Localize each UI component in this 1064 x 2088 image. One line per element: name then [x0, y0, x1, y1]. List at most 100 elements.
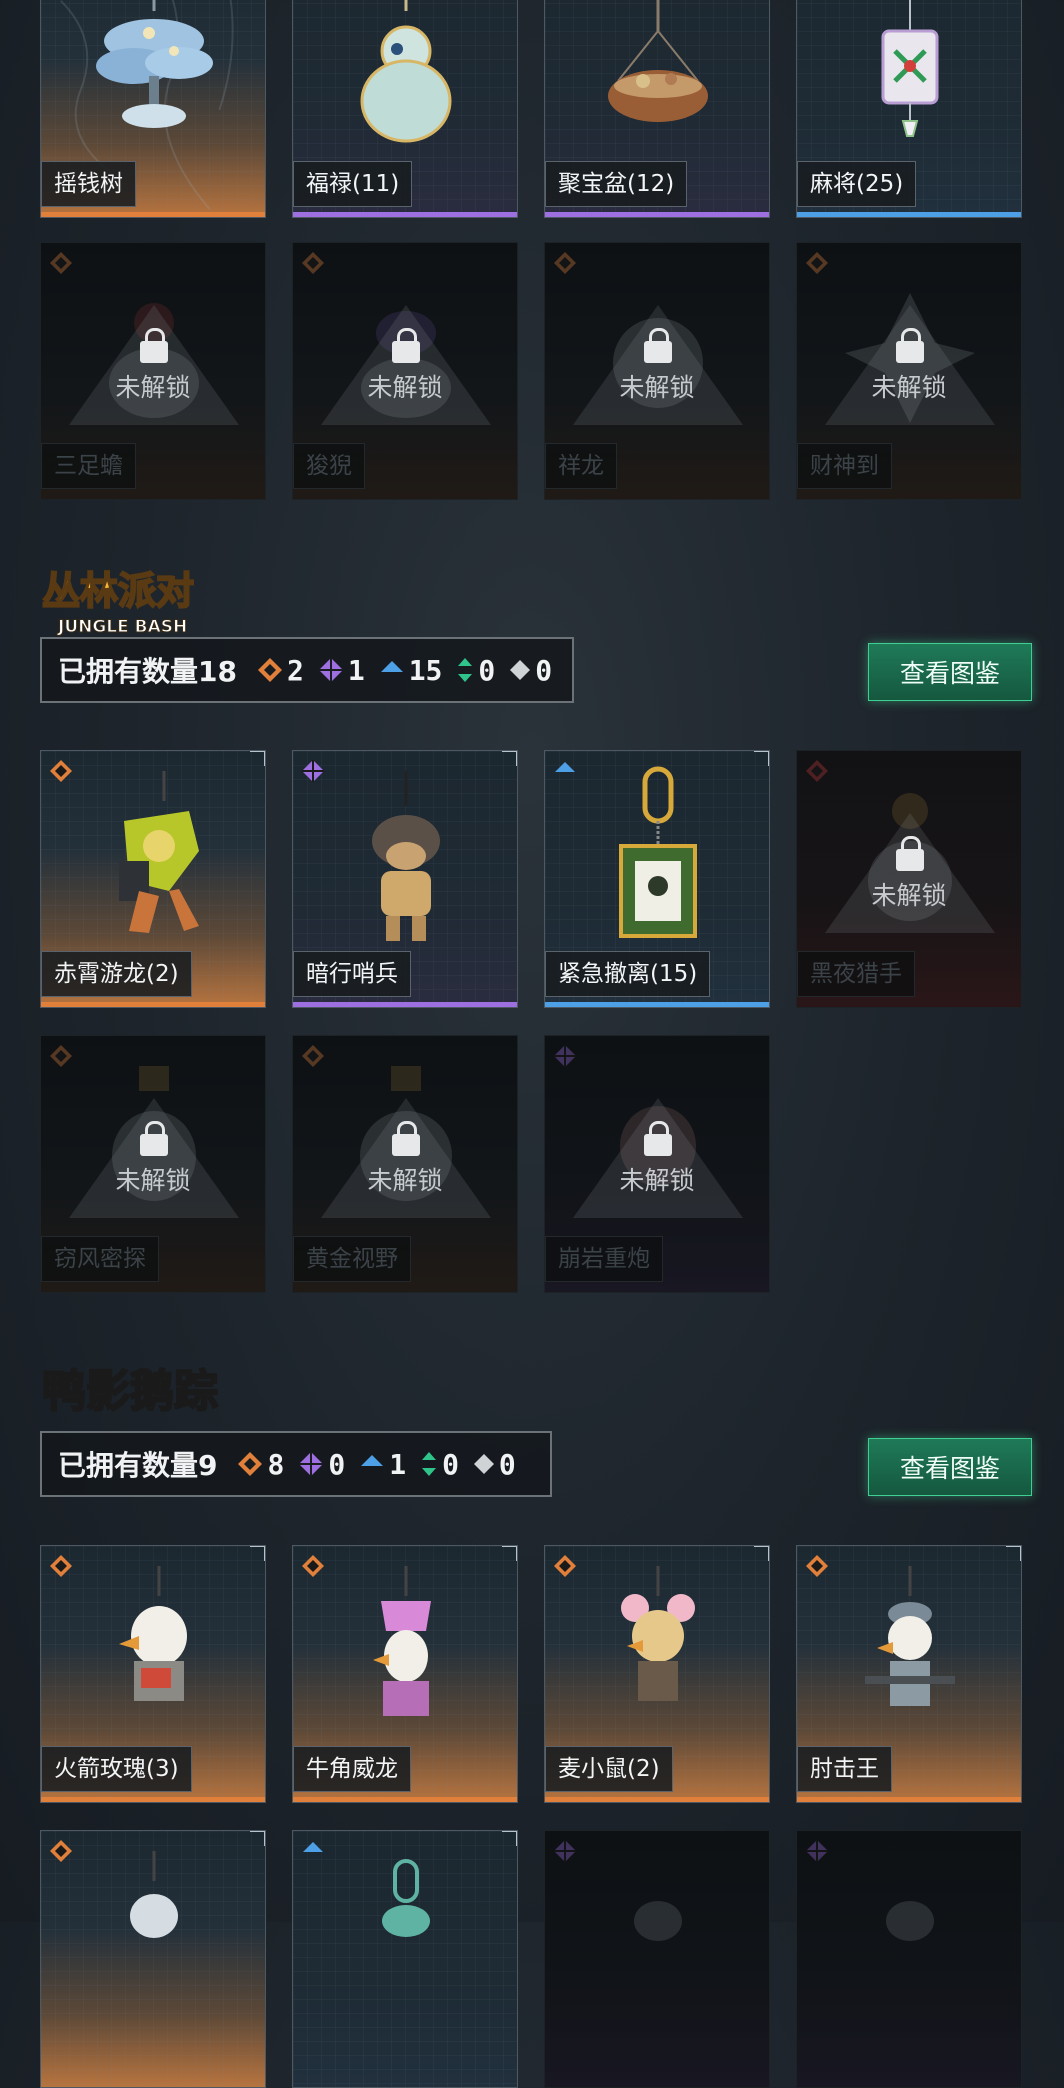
lock-triangle [573, 1098, 743, 1218]
charm-card-locked[interactable]: 未解锁 崩岩重炮 [544, 1035, 770, 1293]
locked-label: 未解锁 [871, 373, 947, 402]
charm-card-locked[interactable]: 未解锁 窃风密探 [40, 1035, 266, 1293]
card-corner [250, 1831, 265, 1846]
charm-name: 三足蟾 [41, 443, 136, 489]
locked-label: 未解锁 [115, 1166, 191, 1195]
charm-card[interactable] [292, 1830, 518, 2088]
stat-green: 0 [456, 654, 495, 687]
dragon-warrior-charm-icon [119, 771, 199, 933]
card-corner [250, 1546, 265, 1561]
view-collection-button[interactable]: 查看图鉴 [868, 643, 1032, 701]
duck-horn-charm-icon [373, 1566, 431, 1716]
stat-purple: 1 [318, 654, 365, 687]
card-corner [502, 1546, 517, 1561]
logo-title: 鸭影鹅踪 [42, 1366, 218, 1417]
rarity-white-icon [510, 660, 531, 680]
rarity-blue-icon [555, 762, 575, 772]
charm-card-locked[interactable]: 未解锁 财神到 [796, 242, 1022, 500]
charm-card[interactable]: 聚宝盆(12) [544, 0, 770, 218]
charm-card[interactable]: 摇钱树 [40, 0, 266, 218]
rarity-orange-icon [302, 1045, 324, 1067]
charm-name: 财神到 [797, 443, 892, 489]
locked-label: 未解锁 [367, 1166, 443, 1195]
charm-name: 狻猊 [293, 443, 365, 489]
jungle-bash-logo: 丛林派对 JUNGLE BASH [41, 568, 195, 638]
duck-rocket-charm-icon [119, 1566, 187, 1701]
card-corner [250, 751, 265, 766]
charm-name: 赤霄游龙(2) [41, 951, 192, 997]
sentinel-charm-icon [372, 771, 440, 941]
rarity-purple-icon [318, 658, 343, 682]
duck-soldier-charm-icon [865, 1566, 955, 1706]
charm-card-locked[interactable]: 未解锁 狻猊 [292, 242, 518, 500]
rarity-orange-icon [554, 1555, 576, 1577]
locked-charm-silhouette [886, 1901, 934, 1941]
rarity-orange-icon [806, 252, 828, 274]
emergency-tag-charm-icon [619, 766, 697, 938]
duck-mouse-charm-icon [621, 1566, 695, 1701]
stat-green: 0 [420, 1448, 459, 1481]
charm-card-locked[interactable]: 未解锁 黄金视野 [292, 1035, 518, 1293]
charm-name: 牛角威龙 [293, 1746, 411, 1792]
charm-card-locked[interactable] [544, 1830, 770, 2088]
rarity-bar [293, 1797, 517, 1802]
charm-card-locked[interactable]: 未解锁 黑夜猎手 [796, 750, 1022, 1008]
locked-label: 未解锁 [619, 373, 695, 402]
charm-name: 紧急撤离(15) [545, 951, 711, 997]
lock-triangle [321, 305, 491, 425]
owned-stats-panel: 已拥有数量9 8 0 1 0 0 [40, 1431, 552, 1497]
rarity-bar [545, 1797, 769, 1802]
rarity-green-icon [422, 1452, 437, 1476]
charm-name: 麦小鼠(2) [545, 1746, 673, 1792]
charm-card[interactable]: 麦小鼠(2) [544, 1545, 770, 1803]
view-collection-button[interactable]: 查看图鉴 [868, 1438, 1032, 1496]
rarity-orange-icon [302, 1555, 324, 1577]
treasure-bowl-charm-icon [608, 0, 708, 122]
charm-card[interactable]: 火箭玫瑰(3) [40, 1545, 266, 1803]
charm-card[interactable]: 麻将(25) [796, 0, 1022, 218]
stat-blue: 15 [379, 654, 442, 687]
charm-card-locked[interactable]: 未解锁 祥龙 [544, 242, 770, 500]
rarity-orange-icon [50, 1045, 72, 1067]
charm-collection-page: 摇钱树 福禄(11) 聚宝盆(12) 麻将(25) 未解锁 三足蟾 未解锁 狻猊… [0, 0, 1064, 2088]
lock-icon [644, 1121, 672, 1156]
charm-card[interactable] [40, 1830, 266, 2088]
owned-stats-panel: 已拥有数量18 2 1 15 0 0 [40, 637, 574, 703]
rarity-bar [41, 1002, 265, 1007]
stat-blue: 1 [359, 1448, 406, 1481]
charm-icon [130, 1851, 178, 1938]
charm-name: 祥龙 [545, 443, 617, 489]
charm-card[interactable]: 肘击王 [796, 1545, 1022, 1803]
charm-card[interactable]: 紧急撤离(15) [544, 750, 770, 1008]
charm-name: 暗行哨兵 [293, 951, 411, 997]
charm-card-locked[interactable]: 未解锁 三足蟾 [40, 242, 266, 500]
logo-title: 丛林派对 [42, 569, 194, 613]
charm-card[interactable]: 赤霄游龙(2) [40, 750, 266, 1008]
rarity-bar [41, 1797, 265, 1802]
locked-label: 未解锁 [871, 881, 947, 910]
charm-card[interactable]: 牛角威龙 [292, 1545, 518, 1803]
rarity-orange-icon [806, 1555, 828, 1577]
card-corner [502, 1831, 517, 1846]
lock-icon [896, 836, 924, 871]
rarity-purple-icon [554, 1840, 576, 1862]
charm-card-locked[interactable] [796, 1830, 1022, 2088]
charm-name: 麻将(25) [797, 161, 917, 207]
lock-triangle [825, 813, 995, 933]
mahjong-charm-icon [881, 0, 939, 137]
rarity-purple-icon [302, 760, 324, 782]
owned-count: 已拥有数量18 [58, 655, 237, 688]
charm-card[interactable]: 暗行哨兵 [292, 750, 518, 1008]
stat-orange: 8 [237, 1448, 284, 1481]
locked-label: 未解锁 [367, 373, 443, 402]
locked-label: 未解锁 [619, 1166, 695, 1195]
card-corner [502, 751, 517, 766]
rarity-orange-icon [257, 658, 282, 682]
locked-label: 未解锁 [115, 373, 191, 402]
card-corner [1006, 1546, 1021, 1561]
rarity-orange-icon [302, 252, 324, 274]
charm-card[interactable]: 福禄(11) [292, 0, 518, 218]
rarity-bar [545, 1002, 769, 1007]
rarity-bar [797, 1797, 1021, 1802]
stat-white: 0 [509, 654, 552, 687]
